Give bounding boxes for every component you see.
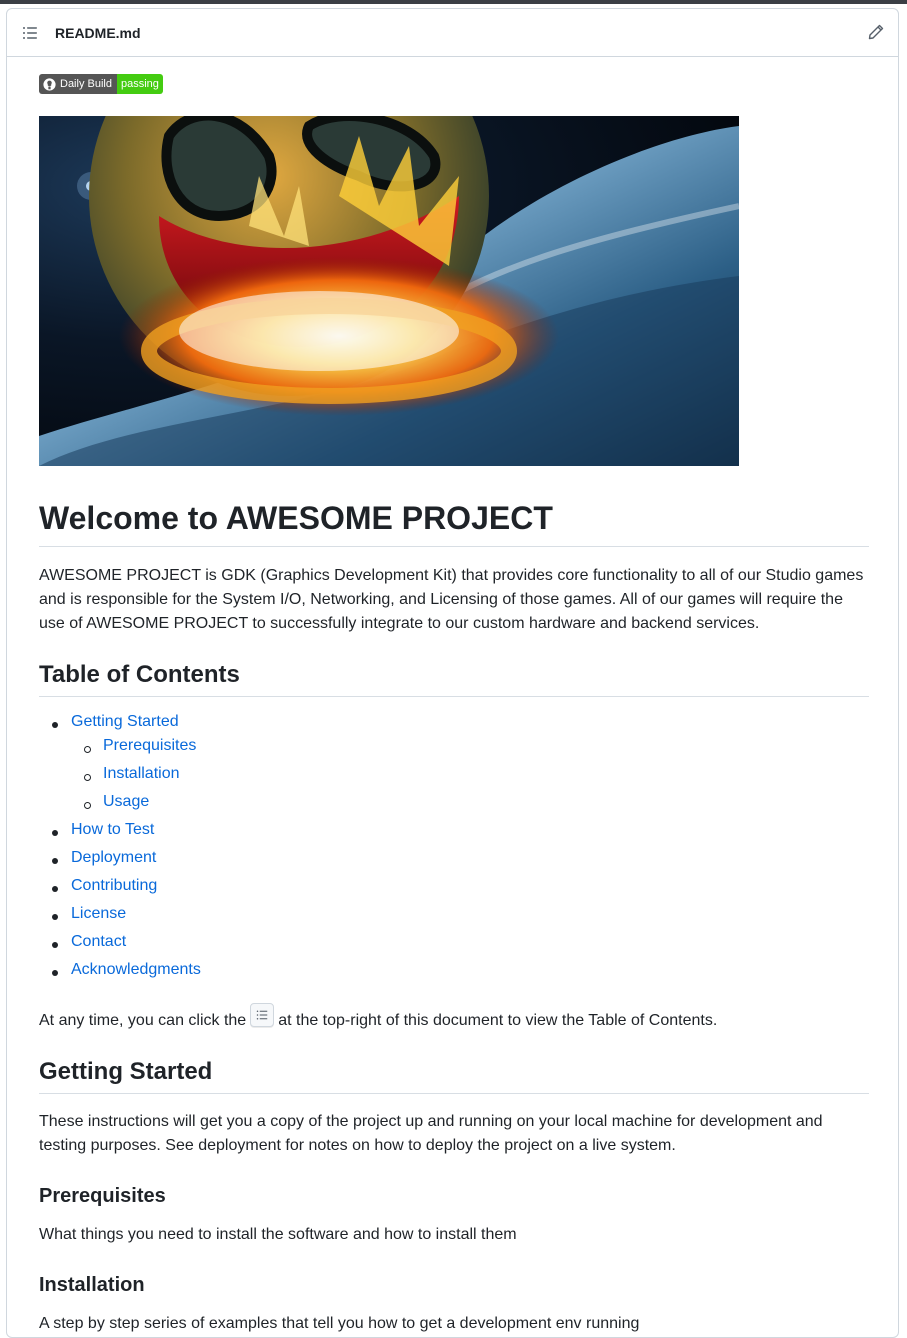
toc-link-usage[interactable]: Usage (103, 793, 149, 811)
toc-link-deployment[interactable]: Deployment (71, 849, 156, 867)
file-name: README.md (55, 25, 141, 41)
hero-image (39, 116, 739, 466)
toc-link-installation[interactable]: Installation (103, 765, 180, 783)
badge-status: passing (116, 74, 163, 94)
list-bullet (84, 774, 91, 781)
badge-label: Daily Build (39, 74, 117, 94)
toc-link-license[interactable]: License (71, 905, 126, 923)
list-bullet (52, 914, 58, 920)
prerequisites-text: What things you need to install the soft… (39, 1226, 517, 1243)
readme-header: README.md (7, 9, 898, 57)
installation-heading: Installation (39, 1274, 145, 1296)
list-bullet (52, 858, 58, 864)
toc-link-how-to-test[interactable]: How to Test (71, 821, 154, 839)
list-bullet (84, 802, 91, 809)
getting-started-text: These instructions will get you a copy o… (39, 1113, 823, 1154)
getting-started-heading: Getting Started (39, 1057, 869, 1094)
toc-hint-after: at the top-right of this document to vie… (278, 1012, 718, 1029)
badge-label-text: Daily Build (60, 78, 112, 90)
prerequisites-heading: Prerequisites (39, 1185, 166, 1207)
toc-link-contact[interactable]: Contact (71, 933, 126, 951)
readme-panel: README.md Daily Build passing Welcome to… (6, 8, 899, 1338)
installation-text: A step by step series of examples that t… (39, 1315, 640, 1332)
list-bullet (52, 886, 58, 892)
toc-link-getting-started[interactable]: Getting Started (71, 713, 179, 731)
pencil-icon[interactable] (868, 24, 884, 40)
toc-link-acknowledgments[interactable]: Acknowledgments (71, 961, 201, 979)
github-icon (43, 77, 56, 91)
toc-link-contributing[interactable]: Contributing (71, 877, 157, 895)
inline-toc-icon (250, 1003, 275, 1027)
intro-paragraph: AWESOME PROJECT is GDK (Graphics Develop… (39, 567, 864, 632)
list-bullet (52, 830, 58, 836)
list-bullet (52, 942, 58, 948)
list-bullet (52, 722, 58, 728)
list-unordered-icon[interactable] (22, 25, 38, 41)
page-title: Welcome to AWESOME PROJECT (39, 498, 869, 547)
list-bullet (84, 746, 91, 753)
toc-heading: Table of Contents (39, 660, 869, 697)
build-status-badge[interactable]: Daily Build passing (39, 74, 163, 94)
list-bullet (52, 970, 58, 976)
toc-hint: At any time, you can click the at the to… (39, 1003, 871, 1033)
toc-hint-before: At any time, you can click the (39, 1012, 247, 1029)
toc-link-prerequisites[interactable]: Prerequisites (103, 737, 196, 755)
window-top-bar (0, 0, 907, 4)
